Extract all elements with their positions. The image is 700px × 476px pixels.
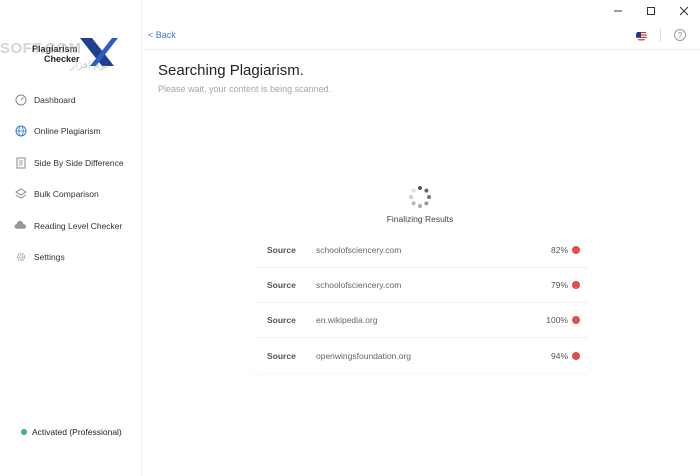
match-indicator-dot: [572, 246, 580, 254]
sidebar-item-label: Settings: [34, 252, 65, 263]
sidebar-item-label: Dashboard: [34, 94, 76, 105]
sidebar-item-online-plagiarism[interactable]: Online Plagiarism: [0, 116, 141, 148]
result-url[interactable]: schoolofsciencery.com: [316, 245, 551, 255]
result-label: Source: [267, 315, 296, 325]
result-row[interactable]: Source en.wikipedia.org 100%: [255, 303, 588, 338]
document-icon: [14, 156, 27, 169]
match-indicator-dot: [572, 351, 580, 360]
result-percent: 82%: [550, 245, 568, 255]
app-logo: Plagiarism Checker: [14, 36, 134, 70]
loading-label: Finalizing Results: [386, 214, 454, 224]
activation-status: Activated (Professional): [21, 427, 122, 437]
minimize-icon[interactable]: [601, 0, 634, 22]
match-indicator-dot: [572, 316, 580, 324]
results-list: Source schoolofsciencery.com 82% Source …: [255, 233, 588, 373]
sidebar-item-side-by-side[interactable]: Side By Side Difference: [0, 147, 141, 179]
sidebar-item-label: Reading Level Checker: [34, 220, 123, 231]
result-url[interactable]: openwingsfoundation.org: [316, 351, 551, 361]
maximize-icon[interactable]: [634, 0, 667, 22]
sidebar-item-label: Side By Side Difference: [34, 157, 124, 168]
sidebar-item-settings[interactable]: Settings: [0, 242, 141, 274]
sidebar-item-reading-level[interactable]: Reading Level Checker: [0, 210, 141, 242]
result-label: Source: [267, 350, 296, 361]
sidebar-item-bulk-comparison[interactable]: Bulk Comparison: [0, 179, 141, 211]
window-controls: [601, 0, 700, 22]
gear-icon: [14, 251, 27, 264]
topbar-divider: [660, 29, 661, 42]
topbar: < Back ?: [142, 22, 700, 50]
result-url[interactable]: schoolofsciencery.com: [316, 280, 551, 290]
logo-line2: Checker: [44, 54, 80, 64]
result-row[interactable]: Source openwingsfoundation.org 94%: [255, 338, 588, 373]
result-percent: 94%: [550, 350, 568, 361]
status-label: Activated (Professional): [32, 427, 122, 437]
sidebar-item-dashboard[interactable]: Dashboard: [0, 84, 141, 116]
globe-icon: [14, 125, 27, 138]
page-subtitle: Please wait, your content is being scann…: [158, 84, 332, 94]
sidebar-nav: Dashboard Online Plagiarism Side By Side…: [0, 84, 141, 273]
logo-line1: Plagiarism: [32, 44, 78, 54]
us-flag-icon[interactable]: [636, 30, 647, 41]
logo-x-mark: [80, 38, 118, 66]
result-percent: 79%: [550, 280, 568, 290]
status-dot: [21, 429, 27, 435]
match-indicator-dot: [572, 281, 580, 289]
cloud-icon: [14, 219, 27, 232]
help-icon[interactable]: ?: [674, 29, 686, 41]
result-percent: 100%: [546, 315, 568, 325]
logo-text: Plagiarism Checker: [32, 44, 80, 64]
close-icon[interactable]: [667, 0, 700, 22]
back-link[interactable]: < Back: [148, 30, 176, 40]
result-label: Source: [267, 280, 296, 290]
result-row[interactable]: Source schoolofsciencery.com 82%: [255, 233, 588, 268]
result-url[interactable]: en.wikipedia.org: [316, 315, 546, 325]
layers-icon: [14, 188, 27, 201]
loading-spinner-icon: [409, 186, 431, 208]
gauge-icon: [14, 93, 27, 106]
sidebar: Plagiarism Checker SOFT.COM نرم افزار Da…: [0, 0, 142, 476]
page-title: Searching Plagiarism.: [158, 62, 304, 79]
result-row[interactable]: Source schoolofsciencery.com 79%: [255, 268, 588, 303]
sidebar-item-label: Bulk Comparison: [34, 189, 99, 200]
result-label: Source: [267, 245, 296, 255]
sidebar-item-label: Online Plagiarism: [34, 126, 101, 137]
